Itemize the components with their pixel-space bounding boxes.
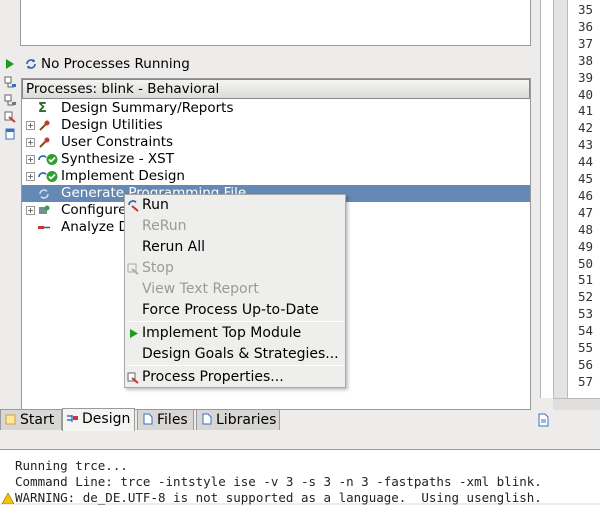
menu-item-force-uptodate[interactable]: Force Process Up-to-Date: [125, 300, 345, 321]
panel-divider[interactable]: [0, 431, 600, 449]
context-menu: Run ReRun Rerun All Stop View Text Repor…: [124, 194, 346, 388]
file-icon: [143, 413, 153, 425]
menu-item-process-properties[interactable]: Process Properties...: [125, 367, 345, 388]
menu-item-design-goals[interactable]: Design Goals & Strategies...: [125, 344, 345, 365]
line-number-gutter: 35 36 37 38 39 40 41 42 43 44 45 46 47 48 49 50 51 52 53 54…: [540, 0, 600, 398]
menu-separator: [127, 321, 343, 322]
panel-tabs: Start Design Files Libraries: [0, 408, 531, 431]
upper-panel: [20, 0, 531, 46]
tree-item-design-summary[interactable]: Σ Design Summary/Reports: [22, 100, 530, 117]
tab-files[interactable]: Files: [137, 409, 194, 430]
tree-item-user-constraints[interactable]: + User Constraints: [22, 134, 530, 151]
process-toolbar: [0, 74, 20, 410]
tree-item-implement-design[interactable]: + Implement Design: [22, 168, 530, 185]
menu-item-rerun-all[interactable]: Rerun All: [125, 237, 345, 258]
start-icon: [5, 414, 16, 425]
tab-libraries[interactable]: Libraries: [196, 409, 280, 430]
menu-item-stop[interactable]: Stop: [125, 258, 345, 279]
console-panel: Running trce... Command Line: trce -ints…: [0, 449, 600, 505]
tools-icon: [39, 137, 50, 148]
tab-design[interactable]: Design: [62, 408, 135, 431]
document-icon[interactable]: [537, 413, 549, 427]
expand-icon[interactable]: +: [26, 172, 35, 181]
tools-icon: [39, 120, 50, 131]
design-icon: [67, 415, 78, 422]
refresh-icon: [39, 189, 49, 199]
success-check-icon: [38, 171, 58, 182]
probe-icon: [38, 226, 50, 229]
tree-item-synthesize[interactable]: + Synthesize - XST: [22, 151, 530, 168]
expand-all-icon[interactable]: [4, 76, 17, 88]
stop-icon: [127, 263, 139, 275]
expand-icon[interactable]: +: [26, 155, 35, 164]
success-check-icon: [38, 154, 58, 165]
run-process-icon: [128, 200, 139, 212]
menu-item-rerun[interactable]: ReRun: [125, 216, 345, 237]
collapse-all-icon[interactable]: [4, 94, 17, 106]
horizontal-scrollbar[interactable]: [553, 398, 600, 410]
tab-start[interactable]: Start: [0, 409, 62, 430]
processes-header: Processes: blink - Behavioral: [22, 79, 530, 99]
menu-item-view-text-report[interactable]: View Text Report: [125, 279, 345, 300]
page-icon[interactable]: [4, 128, 17, 140]
console-line: Command Line: trce -intstyle ise -v 3 -s…: [15, 474, 542, 489]
menu-separator: [127, 365, 343, 366]
sigma-icon: Σ: [38, 101, 47, 116]
properties-icon[interactable]: [4, 111, 17, 123]
warning-icon: [2, 493, 14, 504]
vertical-scrollbar[interactable]: [553, 0, 568, 398]
status-text: No Processes Running: [41, 56, 190, 72]
refresh-icon: [26, 59, 36, 69]
chip-icon: [39, 205, 50, 214]
menu-item-implement-top-module[interactable]: Implement Top Module: [125, 323, 345, 344]
menu-item-run[interactable]: Run: [125, 195, 345, 216]
process-status-bar: No Processes Running: [0, 54, 531, 74]
expand-icon[interactable]: +: [26, 121, 35, 130]
run-icon[interactable]: [5, 58, 15, 70]
expand-icon[interactable]: +: [26, 206, 35, 215]
expand-icon[interactable]: +: [26, 138, 35, 147]
library-icon: [202, 413, 212, 425]
tree-item-design-utilities[interactable]: + Design Utilities: [22, 117, 530, 134]
properties-icon: [127, 372, 139, 384]
console-line: Running trce...: [15, 458, 128, 473]
run-icon: [130, 329, 138, 338]
